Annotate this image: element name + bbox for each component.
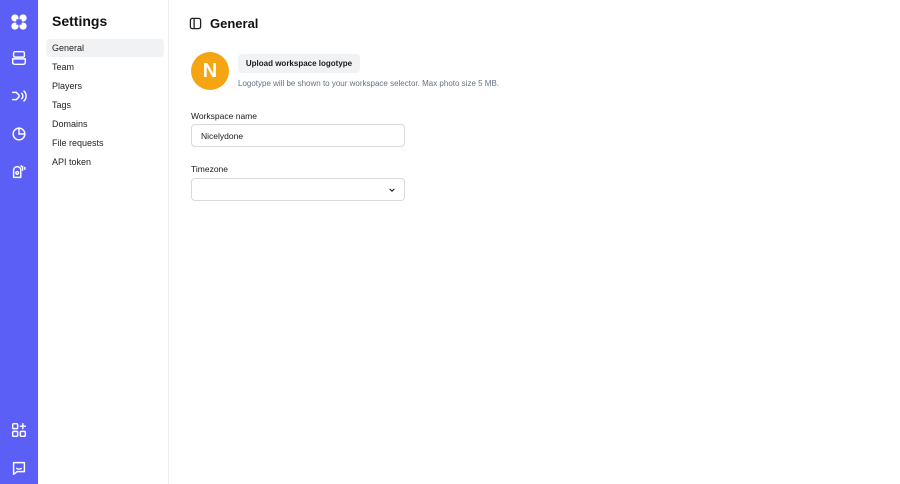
layers-icon[interactable] bbox=[9, 48, 29, 68]
analytics-icon[interactable] bbox=[9, 124, 29, 144]
apps-icon[interactable] bbox=[9, 420, 29, 440]
workspace-name-input[interactable] bbox=[191, 124, 405, 147]
icon-rail bbox=[0, 0, 38, 484]
chat-icon[interactable] bbox=[9, 458, 29, 478]
nav-item-file-requests[interactable]: File requests bbox=[46, 134, 164, 152]
upload-logotype-button[interactable]: Upload workspace logotype bbox=[238, 54, 360, 73]
nav-item-tags[interactable]: Tags bbox=[46, 96, 164, 114]
settings-sidebar: Settings General Team Players Tags Domai… bbox=[38, 0, 169, 484]
avatar-initial: N bbox=[202, 59, 218, 82]
sidebar-toggle-icon[interactable] bbox=[189, 17, 202, 30]
nav-item-team[interactable]: Team bbox=[46, 58, 164, 76]
nav-item-api-token[interactable]: API token bbox=[46, 153, 164, 171]
campaign-icon[interactable] bbox=[9, 162, 29, 182]
chevron-down-icon bbox=[389, 188, 395, 192]
broadcast-icon[interactable] bbox=[9, 86, 29, 106]
workspace-name-label: Workspace name bbox=[191, 111, 257, 121]
page-title: General bbox=[210, 16, 259, 31]
app-logo-icon[interactable] bbox=[9, 12, 29, 32]
nav-item-players[interactable]: Players bbox=[46, 77, 164, 95]
settings-title: Settings bbox=[52, 13, 108, 29]
main-content: General N Upload workspace logotype Logo… bbox=[170, 0, 900, 484]
nav-item-general[interactable]: General bbox=[46, 39, 164, 57]
timezone-label: Timezone bbox=[191, 164, 229, 174]
timezone-select[interactable] bbox=[191, 178, 405, 201]
nav-item-domains[interactable]: Domains bbox=[46, 115, 164, 133]
logotype-hint: Logotype will be shown to your workspace… bbox=[238, 79, 500, 88]
workspace-avatar: N bbox=[191, 52, 229, 90]
